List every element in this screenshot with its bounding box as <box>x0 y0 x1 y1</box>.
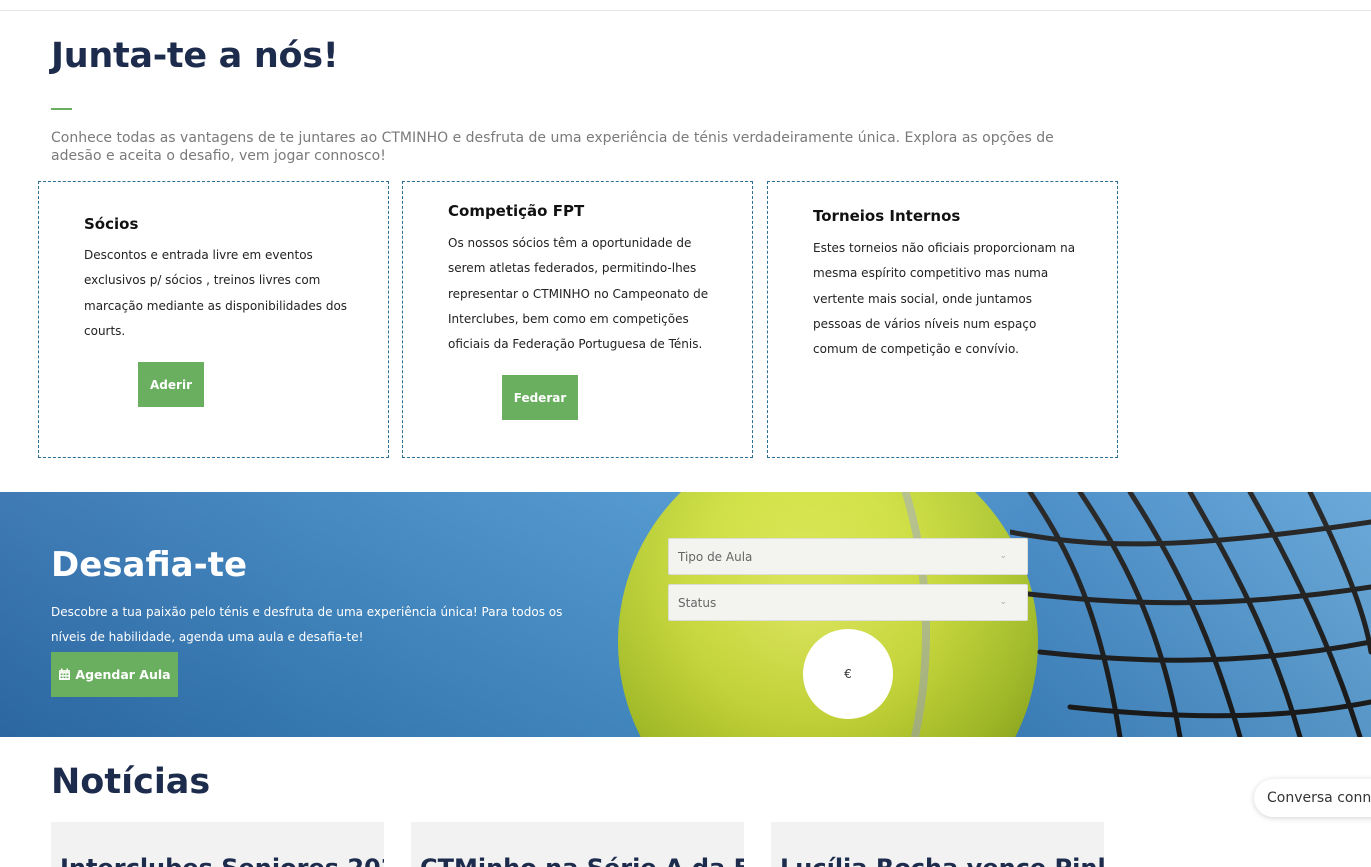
chevron-down-icon: ⌄ <box>999 597 1007 607</box>
chat-widget-button[interactable]: Conversa conn <box>1254 779 1371 817</box>
card-competicao-fpt: Competição FPT Os nossos sócios têm a op… <box>402 181 753 458</box>
join-title: Junta-te a nós! <box>51 36 339 76</box>
price-symbol: € <box>844 667 852 681</box>
agendar-aula-button[interactable]: Agendar Aula <box>51 652 178 697</box>
federar-button[interactable]: Federar <box>502 375 578 420</box>
class-type-select[interactable]: Tipo de Aula ⌄ <box>668 538 1028 575</box>
chevron-down-icon: ⌄ <box>999 551 1007 561</box>
news-card[interactable]: Lucília Rocha vence Pink <box>771 822 1104 867</box>
card-torneios-internos: Torneios Internos Estes torneios não ofi… <box>767 181 1118 458</box>
news-title: Notícias <box>51 762 211 802</box>
status-select[interactable]: Status ⌄ <box>668 584 1028 621</box>
card-text: Descontos e entrada livre em eventos exc… <box>84 248 348 338</box>
chat-widget-label: Conversa conn <box>1267 790 1371 806</box>
news-card[interactable]: Interclubes Seniores 2024 de <box>51 822 384 867</box>
price-display: € <box>803 629 893 719</box>
card-title: Sócios <box>84 215 139 233</box>
challenge-text: Descobre a tua paixão pelo ténis e desfr… <box>51 605 563 644</box>
news-headline[interactable]: CTMinho na Série A da Fase <box>420 854 744 867</box>
join-intro: Conhece todas as vantagens de te juntare… <box>51 130 1054 164</box>
card-title: Torneios Internos <box>813 207 961 225</box>
card-text: Os nossos sócios têm a oportunidade de s… <box>448 236 709 352</box>
calendar-icon <box>59 668 71 680</box>
header-divider <box>0 10 1371 11</box>
challenge-title: Desafia-te <box>51 545 248 585</box>
status-select-value: Status <box>678 595 717 610</box>
card-title: Competição FPT <box>448 202 585 220</box>
agendar-aula-label: Agendar Aula <box>75 667 171 682</box>
news-headline[interactable]: Interclubes Seniores 2024 de <box>60 854 384 867</box>
news-headline[interactable]: Lucília Rocha vence Pink <box>780 854 1104 867</box>
title-accent-line <box>51 108 72 110</box>
class-type-select-value: Tipo de Aula <box>678 549 753 564</box>
aderir-button[interactable]: Aderir <box>138 362 204 407</box>
card-text: Estes torneios não oficiais proporcionam… <box>813 241 1076 357</box>
card-socios: Sócios Descontos e entrada livre em even… <box>38 181 389 458</box>
news-card[interactable]: CTMinho na Série A da Fase <box>411 822 744 867</box>
